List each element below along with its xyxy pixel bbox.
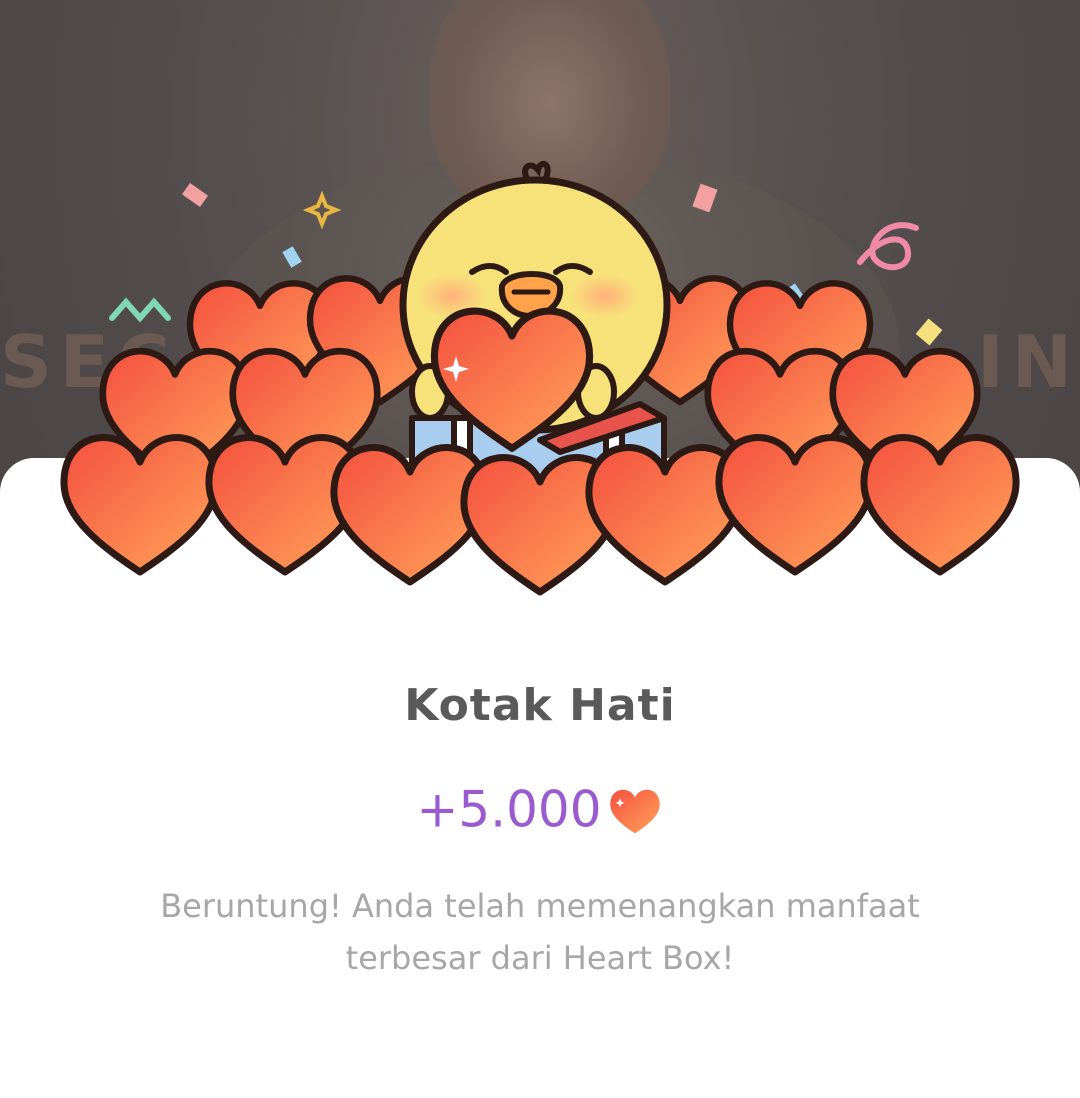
dialog-description: Beruntung! Anda telah memenangkan manfaa… [160, 887, 920, 977]
reward-amount: +5.000 [416, 780, 602, 839]
reward-line: +5.000 [0, 776, 1080, 840]
heart-icon [609, 789, 660, 833]
heart-box-illustration [0, 160, 1080, 640]
dialog-title: Kotak Hati [404, 680, 676, 731]
